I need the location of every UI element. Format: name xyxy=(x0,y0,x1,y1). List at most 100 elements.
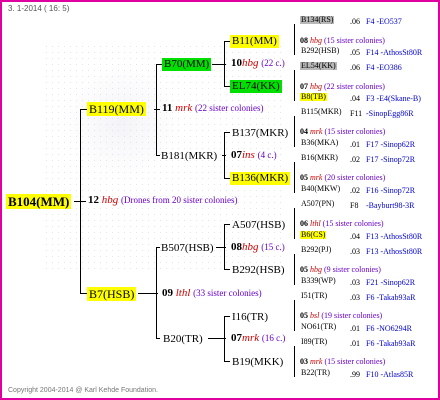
gen3-queen-2[interactable]: B137(MKR) xyxy=(230,127,290,140)
gen2-b-queen[interactable]: B181(MKR) xyxy=(159,150,219,163)
gen4-value: .04 xyxy=(350,94,360,103)
connector xyxy=(294,116,295,147)
gen4-ref: F6 -NO6294R xyxy=(366,324,413,333)
gen4-queen[interactable]: B115(MKR) xyxy=(300,108,343,116)
gen3-queen-5[interactable]: B292(HSB) xyxy=(230,264,287,277)
connector xyxy=(294,24,295,55)
gen4-queen[interactable]: B16(MKR) xyxy=(300,154,339,162)
root-mating-info: 12 hbg (Drones from 20 sister colonies) xyxy=(88,195,237,206)
copyright: Copyright 2004-2014 @ Karl Kehde Foundat… xyxy=(8,387,158,394)
gen4-queen[interactable]: EL54(KK) xyxy=(300,62,337,70)
gen3-sisters: (20 sister colonies) xyxy=(324,173,386,182)
gen2-a-info: 10hbg (22 c.) xyxy=(231,58,285,69)
gen2-b-num: 07 xyxy=(231,149,242,161)
gen2-d-num: 07 xyxy=(231,332,242,344)
gen3-drone: mrk xyxy=(310,173,323,182)
gen4-value: .01 xyxy=(350,339,360,348)
gen4-value: F8 xyxy=(350,201,359,210)
gen3-queen-4[interactable]: A507(HSB) xyxy=(230,219,287,232)
root-queen[interactable]: B104(MM) xyxy=(6,194,72,209)
gen3-queen-0[interactable]: B11(MM) xyxy=(230,35,279,48)
gen2-a-queen[interactable]: B70(MM) xyxy=(162,58,212,71)
gen3-info-3: 05 mrk (20 sister colonies) xyxy=(300,174,385,182)
connector xyxy=(224,316,225,362)
gen4-queen[interactable]: B134(RS) xyxy=(300,16,335,24)
gen4-queen[interactable]: I51(TR) xyxy=(300,292,328,300)
gen4-queen[interactable]: B6(CS) xyxy=(300,231,327,239)
gen1-bottom-num: 09 xyxy=(162,287,173,299)
gen4-value: .02 xyxy=(350,186,360,195)
connector xyxy=(294,162,295,193)
gen3-drone: mrk xyxy=(310,357,323,366)
gen3-queen-1[interactable]: EL74(KK) xyxy=(230,80,282,93)
gen4-ref: F10 -Atlas85R xyxy=(366,370,414,379)
connector xyxy=(80,109,81,294)
gen4-queen[interactable]: B292(HSB) xyxy=(300,47,340,55)
gen4-value: .01 xyxy=(350,140,360,149)
gen3-info-5: 05 hbg (9 sister colonies) xyxy=(300,266,381,274)
gen1-bottom-sisters: (33 sister colonies) xyxy=(193,288,262,298)
connector xyxy=(138,293,158,294)
gen4-queen[interactable]: B40(MKW) xyxy=(300,185,341,193)
gen1-top-info: 11 mrk (22 sister colonies) xyxy=(162,103,264,114)
gen4-ref: F17 -Sinop62R xyxy=(366,140,416,149)
root-num: 12 xyxy=(88,194,99,206)
gen4-queen[interactable]: B36(MKA) xyxy=(300,139,339,147)
gen4-ref: F21 -Sinop62R xyxy=(366,278,416,287)
gen1-top-queen[interactable]: B119(MM) xyxy=(87,102,146,116)
root-drone: hbg xyxy=(101,194,119,206)
gen4-queen[interactable]: A507(PN) xyxy=(300,200,335,208)
connector xyxy=(224,132,225,179)
gen4-queen[interactable]: B8(TB) xyxy=(300,93,327,101)
connector xyxy=(156,247,157,339)
gen3-sisters: (22 sister colonies) xyxy=(324,82,385,91)
gen2-d-drone: mrk xyxy=(242,332,260,344)
gen3-drone: lthl xyxy=(310,219,321,228)
gen4-queen[interactable]: NO61(TR) xyxy=(300,323,337,331)
gen4-ref: F16 -Sinop72R xyxy=(366,186,416,195)
connector xyxy=(294,208,295,239)
gen1-bottom-queen[interactable]: B7(HSB) xyxy=(87,287,137,301)
gen3-drone: bsl xyxy=(310,311,320,320)
gen1-top-num: 11 xyxy=(162,102,173,114)
gen3-sisters: (15 sister colonies) xyxy=(324,36,385,45)
connector xyxy=(294,254,295,285)
gen4-ref: F6 -Takab93aR xyxy=(366,293,416,302)
gen3-queen-6[interactable]: I16(TR) xyxy=(230,311,270,324)
gen4-queen[interactable]: B22(TR) xyxy=(300,369,331,377)
gen2-c-queen[interactable]: B507(HSB) xyxy=(159,242,216,255)
gen4-queen[interactable]: I89(TR) xyxy=(300,338,328,346)
gen2-d-info: 07mrk (16 c.) xyxy=(231,333,285,344)
gen3-queen-7[interactable]: B19(MKK) xyxy=(230,356,285,369)
gen3-queen-3[interactable]: B136(MKR) xyxy=(230,172,291,185)
gen4-queen[interactable]: B339(WP) xyxy=(300,277,337,285)
gen4-ref: -Bayburt98-3R xyxy=(366,201,415,210)
gen4-value: .03 xyxy=(350,293,360,302)
gen2-d-queen[interactable]: B20(TR) xyxy=(161,333,205,346)
gen3-num: 03 xyxy=(300,357,308,366)
gen2-c-drone: hbg xyxy=(242,241,259,253)
gen3-info-0: 08 hbg (15 sister colonies) xyxy=(300,37,385,45)
gen3-info-1: 07 hbg (22 sister colonies) xyxy=(300,83,385,91)
gen4-ref: F13 -AthosSt80R xyxy=(366,247,423,256)
gen2-c-sisters: (15 c.) xyxy=(261,242,285,252)
gen3-info-6: 05 bsl (19 sister colonies) xyxy=(300,312,382,320)
gen4-ref: F14 -AthosSt80R xyxy=(366,48,423,57)
gen3-num: 06 xyxy=(300,219,308,228)
gen4-ref: F4 -EO537 xyxy=(366,17,402,26)
gen4-value: .04 xyxy=(350,232,360,241)
connector xyxy=(154,109,160,110)
gen2-c-info: 08hbg (15 c.) xyxy=(231,242,285,253)
gen4-value: .03 xyxy=(350,278,360,287)
gen2-b-info: 07ins (4 c.) xyxy=(231,150,277,161)
gen3-drone: hbg xyxy=(310,265,322,274)
gen3-num: 07 xyxy=(300,82,308,91)
gen2-c-num: 08 xyxy=(231,241,242,253)
gen3-drone: hbg xyxy=(310,82,322,91)
connector xyxy=(224,41,225,87)
gen3-info-7: 03 mrk (15 sister colonies) xyxy=(300,358,385,366)
gen4-ref: F13 -AthosSt80R xyxy=(366,232,423,241)
gen4-queen[interactable]: B292(PJ) xyxy=(300,246,332,254)
gen4-ref: F6 -Takab93aR xyxy=(366,339,416,348)
connector xyxy=(224,224,225,270)
